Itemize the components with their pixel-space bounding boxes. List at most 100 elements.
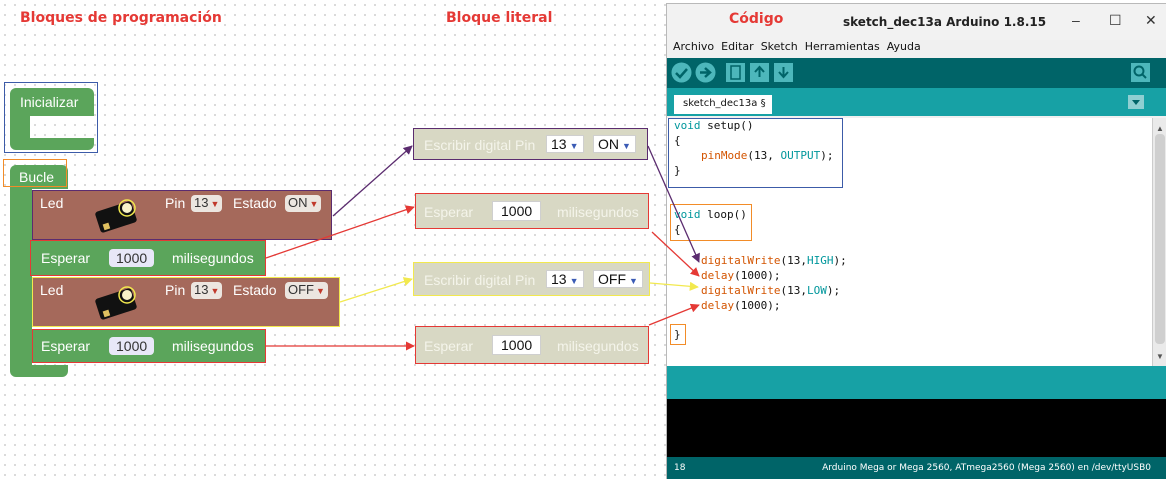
ide-toolbar [667,58,1166,88]
literal-wait-1[interactable]: Esperar 1000 milisegundos [415,193,649,229]
wait-unit: milisegundos [172,250,254,266]
wait-value: 1000 [116,250,148,266]
window-title: sketch_dec13a Arduino 1.8.15 [843,15,1047,29]
init-label: Inicializar [20,94,79,110]
heading-blocks: Bloques de programación [20,10,222,26]
new-file-icon[interactable] [725,62,746,83]
dropdown-arrow-icon: ▼ [210,286,220,296]
scrollbar-thumb[interactable] [1155,134,1165,344]
led-module-icon [95,286,137,320]
footer-board-info: Arduino Mega or Mega 2560, ATmega2560 (M… [822,463,1151,473]
loop-footer [10,365,68,377]
literal-wait-number: 1000 [501,337,533,353]
code-line: digitalWrite(13,HIGH); [701,254,847,267]
menu-bar: Archivo Editar Sketch Herramientas Ayuda [667,40,1166,58]
footer-bar: 18 Arduino Mega or Mega 2560, ATmega2560… [667,457,1166,479]
code-line: digitalWrite(13,LOW); [701,284,841,297]
loop-arm [10,189,32,365]
led-pin-label: Pin [165,195,186,211]
literal-write-on[interactable]: Escribir digital Pin 13 ▼ ON ▼ [413,128,648,160]
led-block-on[interactable]: Led Pin 13 ▼ Estado ON ▼ [32,190,332,240]
code-line: delay(1000); [701,299,781,312]
literal-state-dropdown[interactable]: OFF ▼ [593,270,643,288]
led-state-dropdown[interactable]: OFF ▼ [285,282,328,299]
footer-line-number: 18 [674,463,686,473]
code-line: void setup() [674,119,754,132]
literal-wait-value[interactable]: 1000 [492,201,542,221]
init-block[interactable]: Inicializar [10,88,94,150]
led-block-off[interactable]: Led Pin 13 ▼ Estado OFF ▼ [32,277,340,327]
literal-pin-value: 13 [551,136,567,152]
heading-code: Código [729,11,784,27]
menu-sketch[interactable]: Sketch [761,40,798,53]
maximize-icon[interactable]: ☐ [1109,12,1122,29]
code-line: { [674,223,681,236]
led-pin-value: 13 [194,195,209,210]
dropdown-arrow-icon: ▼ [569,141,579,151]
dropdown-arrow-icon: ▼ [622,141,631,151]
literal-wait-unit: milisegundos [557,204,639,220]
editor-scrollbar[interactable]: ▲ ▼ [1152,118,1166,366]
menu-ayuda[interactable]: Ayuda [887,40,921,53]
dropdown-arrow-icon: ▼ [210,199,220,209]
dropdown-arrow-icon: ▼ [309,199,319,209]
literal-pin-dropdown[interactable]: 13 ▼ [546,135,584,153]
menu-archivo[interactable]: Archivo [673,40,714,53]
literal-state-dropdown[interactable]: ON ▼ [593,135,636,153]
led-state-label: Estado [233,195,277,211]
literal-wait-number: 1000 [501,203,533,219]
led-pin-dropdown[interactable]: 13 ▼ [191,282,223,299]
literal-state-value: OFF [598,271,626,287]
literal-wait-unit: milisegundos [557,338,639,354]
menu-editar[interactable]: Editar [721,40,754,53]
close-icon[interactable]: ✕ [1145,12,1157,29]
led-state-value: OFF [288,282,314,297]
led-pin-value: 13 [194,282,209,297]
code-editor[interactable]: void setup() { pinMode(13, OUTPUT); } vo… [667,118,1152,366]
literal-write-label: Escribir digital Pin [424,272,536,288]
led-label: Led [40,195,64,211]
scroll-down-icon[interactable]: ▼ [1156,352,1164,361]
wait-value: 1000 [116,338,148,354]
wait-label: Esperar [41,250,91,266]
wait-value-field[interactable]: 1000 [109,249,155,267]
arrow-led-off-to-literal [339,277,413,303]
menu-herramientas[interactable]: Herramientas [805,40,880,53]
led-label: Led [40,282,64,298]
scroll-up-icon[interactable]: ▲ [1156,124,1164,133]
save-file-icon[interactable] [773,62,794,83]
wait-unit: milisegundos [172,338,254,354]
init-arm [10,116,30,138]
init-header: Inicializar [10,88,94,116]
wait-block-1[interactable]: Esperar 1000 milisegundos [30,240,266,276]
code-line: { [674,134,681,147]
wait-block-2[interactable]: Esperar 1000 milisegundos [32,329,266,363]
verify-icon[interactable] [671,62,692,83]
led-module-icon [95,199,137,233]
serial-monitor-icon[interactable] [1130,62,1151,83]
console-output [667,399,1166,457]
arduino-ide-window: Código sketch_dec13a Arduino 1.8.15 – ☐ … [666,3,1166,479]
led-state-value: ON [288,195,308,210]
literal-pin-dropdown[interactable]: 13 ▼ [546,270,584,288]
led-state-label: Estado [233,282,277,298]
literal-wait-2[interactable]: Esperar 1000 milisegundos [415,326,649,364]
minimize-icon[interactable]: – [1072,12,1080,28]
wait-label: Esperar [41,338,91,354]
led-pin-dropdown[interactable]: 13 ▼ [191,195,223,212]
open-file-icon[interactable] [749,62,770,83]
tab-menu-icon[interactable] [1128,95,1144,109]
dropdown-arrow-icon: ▼ [316,286,325,296]
heading-literal: Bloque literal [446,10,553,26]
wait-value-field[interactable]: 1000 [109,337,155,355]
code-line: void loop() [674,208,747,221]
literal-pin-value: 13 [551,271,567,287]
literal-write-off[interactable]: Escribir digital Pin 13 ▼ OFF ▼ [413,262,650,296]
literal-write-label: Escribir digital Pin [424,137,536,153]
init-footer [10,138,94,150]
code-line: pinMode(13, OUTPUT); [701,149,834,162]
upload-icon[interactable] [695,62,716,83]
led-state-dropdown[interactable]: ON ▼ [285,195,322,212]
literal-wait-value[interactable]: 1000 [492,335,542,355]
tab-sketch[interactable]: sketch_dec13a § [674,95,772,114]
